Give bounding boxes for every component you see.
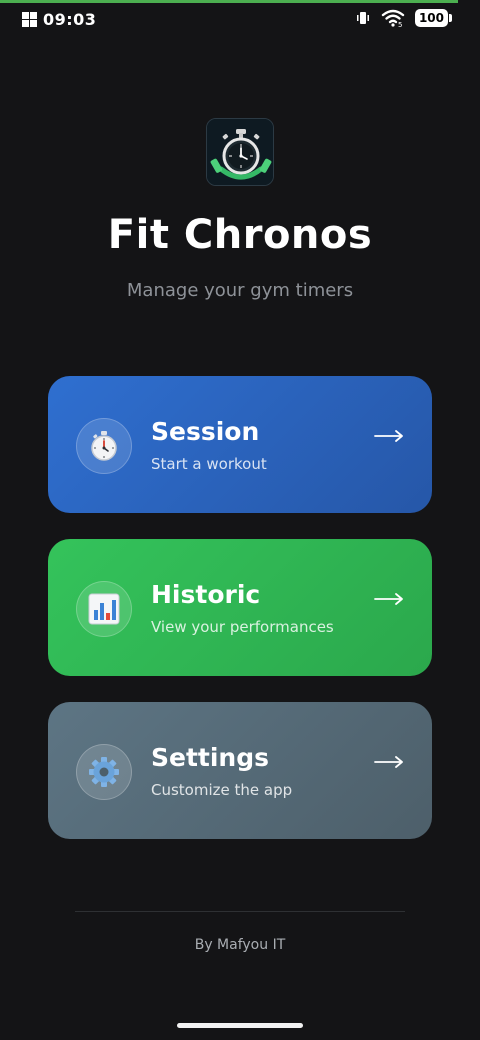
session-subtitle: Start a workout [151,455,267,473]
session-title: Session [151,417,260,446]
settings-subtitle: Customize the app [151,781,293,799]
footer-credit: By Mafyou IT [194,937,286,953]
app-logo-icon [206,118,274,186]
status-bar: 09:03 5 100 [0,0,480,40]
battery-indicator: 100 [414,9,453,27]
historic-button[interactable]: Historic View your performances [48,539,432,676]
network-label: 5 [398,21,402,27]
status-left: 09:03 [22,10,96,29]
home-indicator[interactable] [177,1023,303,1028]
arrow-right-icon [374,429,404,443]
app-subtitle: Manage your gym timers [126,280,354,301]
app-title: Fit Chronos [107,212,373,258]
home-screen: 09:03 5 100 Fit Chronos Manage your gym … [0,0,480,1040]
bar-chart-icon [76,581,132,637]
arrow-right-icon [374,755,404,769]
gear-icon [76,744,132,800]
stopwatch-icon [76,418,132,474]
vibrate-icon [355,10,371,26]
status-right: 5 100 [355,9,453,27]
historic-subtitle: View your performances [151,618,334,636]
footer-divider [75,911,405,912]
settings-title: Settings [151,743,270,772]
wifi-icon: 5 [381,9,405,27]
windows-logo-icon [22,12,37,27]
status-time: 09:03 [43,10,97,29]
historic-title: Historic [151,580,261,609]
settings-button[interactable]: Settings Customize the app [48,702,432,839]
session-button[interactable]: Session Start a workout [48,376,432,513]
arrow-right-icon [374,592,404,606]
